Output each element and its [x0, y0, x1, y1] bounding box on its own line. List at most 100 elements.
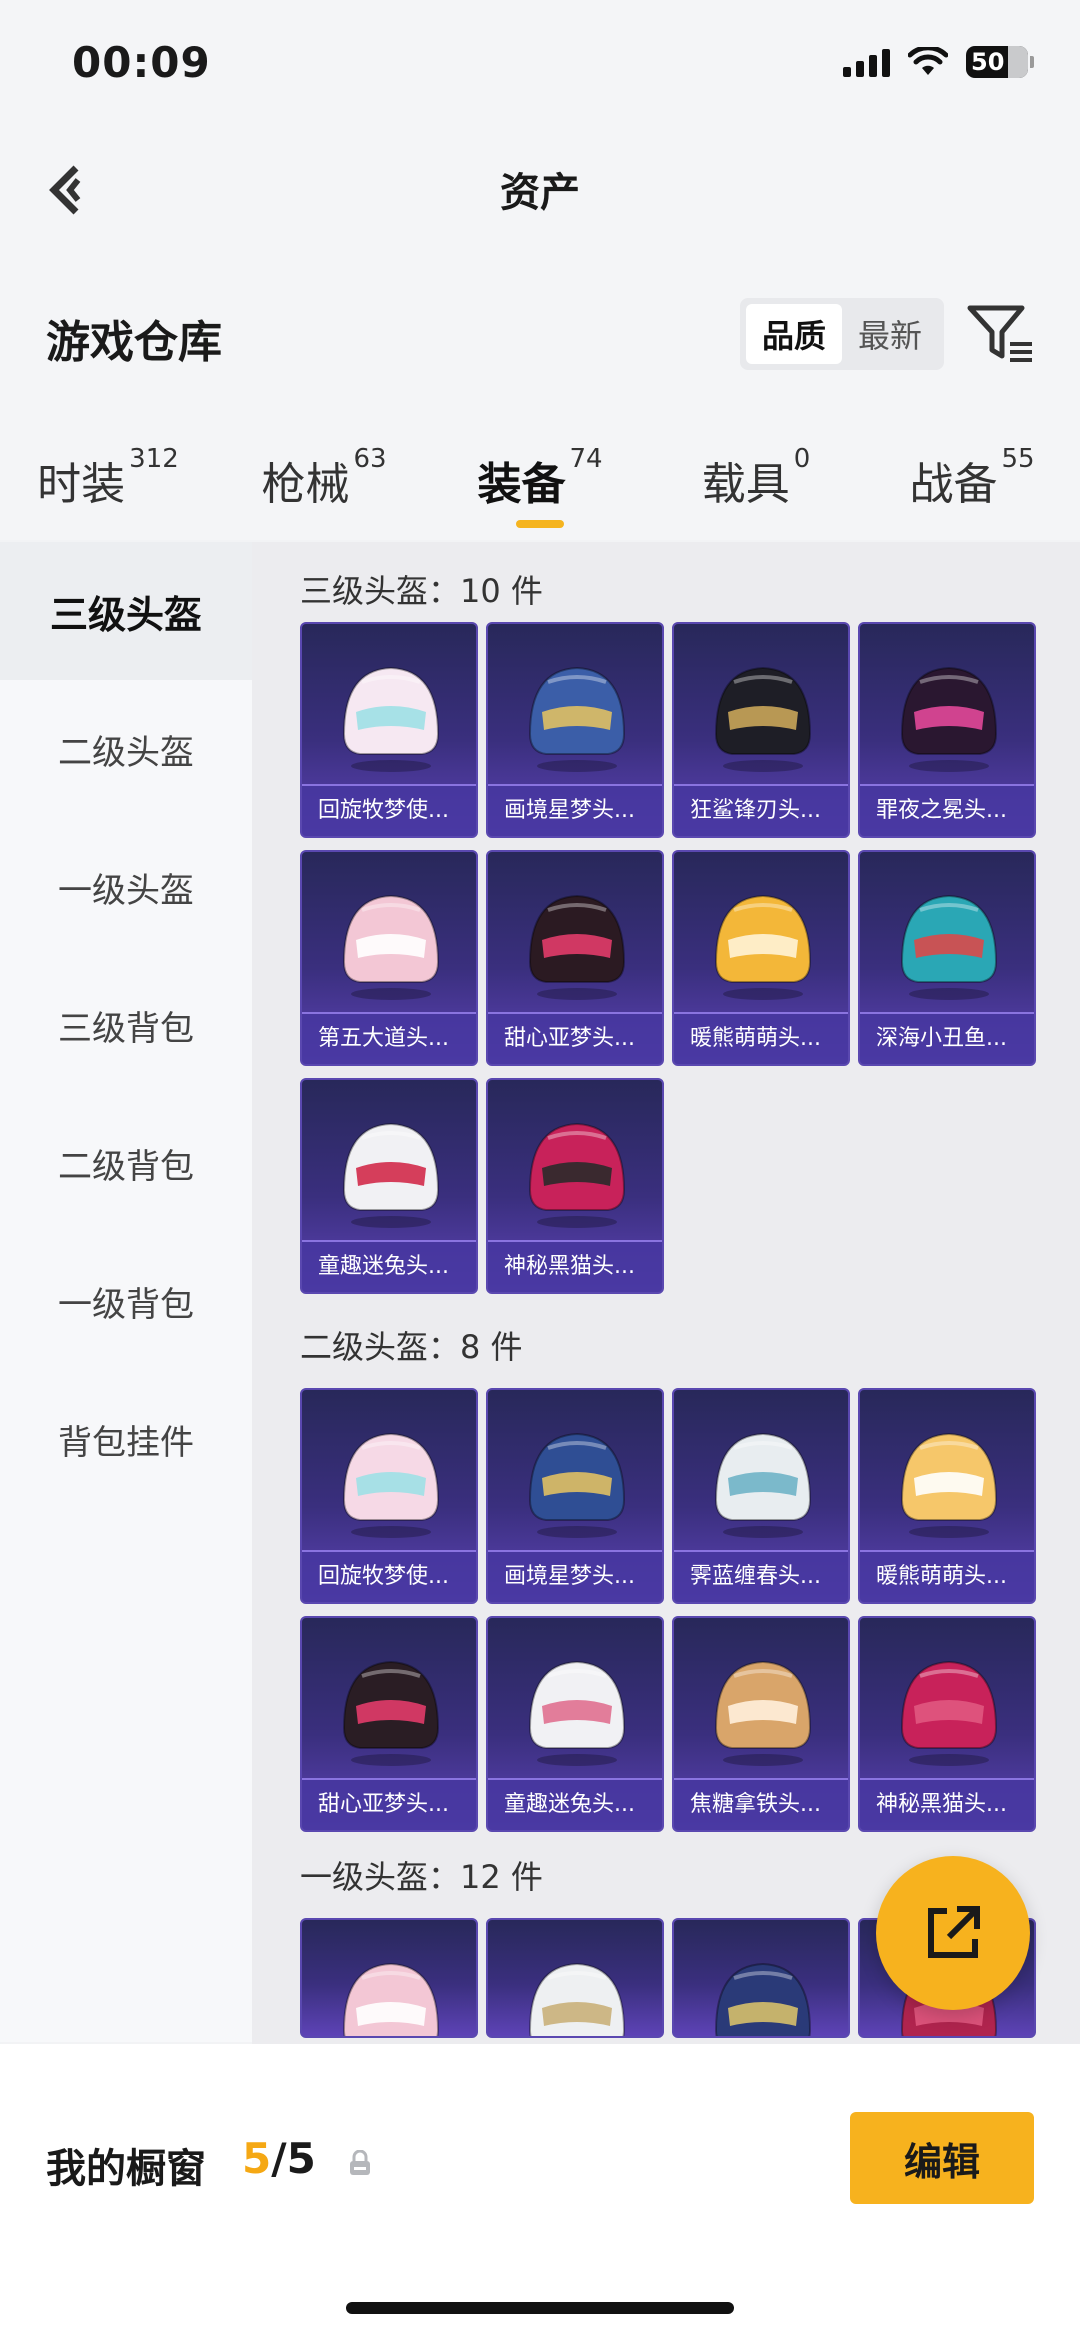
- item-name: 狂鲨锋刃头...: [674, 784, 848, 836]
- sub-item-level3-helmet[interactable]: 三级头盔: [0, 542, 252, 680]
- tab-label: 时装: [37, 459, 126, 510]
- sort-quality-button[interactable]: 品质: [746, 304, 842, 364]
- item-name: 暖熊萌萌头...: [674, 1012, 848, 1064]
- helmet-image: [528, 1122, 626, 1228]
- helmet-image: [342, 1660, 440, 1766]
- tab-fashion[interactable]: 时装 312: [0, 420, 216, 540]
- showcase-label: 我的橱窗: [46, 2146, 206, 2192]
- status-bar: 00:09 50: [0, 0, 1080, 130]
- tab-supplies[interactable]: 战备 55: [864, 420, 1080, 540]
- helmet-image: [528, 666, 626, 772]
- warehouse-title: 游戏仓库: [46, 317, 222, 368]
- item-card[interactable]: 神秘黑猫头...: [858, 1616, 1036, 1832]
- tab-count: 74: [569, 444, 603, 474]
- item-card[interactable]: 焦糖拿铁头...: [672, 1616, 850, 1832]
- item-card[interactable]: 童趣迷兔头...: [486, 1616, 664, 1832]
- bottom-bar: 我的橱窗 5/5 编辑: [0, 2044, 1080, 2339]
- helmet-image: [714, 894, 812, 1000]
- wifi-icon: [908, 47, 948, 75]
- item-card[interactable]: 画境星梦头...: [486, 1388, 664, 1604]
- tab-label: 载具: [701, 459, 790, 510]
- tab-equipment[interactable]: 装备 74: [432, 420, 648, 540]
- item-card[interactable]: 第五大道头...: [300, 850, 478, 1066]
- tab-count: 63: [353, 444, 387, 474]
- helmet-image: [714, 666, 812, 772]
- lock-icon: [350, 2150, 370, 2175]
- item-card[interactable]: [300, 1918, 478, 2038]
- item-card[interactable]: 霁蓝缠春头...: [672, 1388, 850, 1604]
- item-name: 暖熊萌萌头...: [860, 1550, 1034, 1602]
- nav-header: 资产: [0, 130, 1080, 250]
- tab-count: 55: [1001, 444, 1035, 474]
- item-card[interactable]: 甜心亚梦头...: [486, 850, 664, 1066]
- helmet-image: [900, 1432, 998, 1538]
- sub-item-level3-backpack[interactable]: 三级背包: [0, 956, 252, 1094]
- helmet-image: [714, 1962, 812, 2036]
- tab-count: 0: [793, 444, 811, 474]
- helmet-image: [342, 666, 440, 772]
- item-name: 深海小丑鱼...: [860, 1012, 1034, 1064]
- tab-label: 枪械: [261, 459, 350, 510]
- item-card[interactable]: 甜心亚梦头...: [300, 1616, 478, 1832]
- item-name: 第五大道头...: [302, 1012, 476, 1064]
- item-card[interactable]: [672, 1918, 850, 2038]
- helmet-image: [900, 894, 998, 1000]
- section-title: 二级头盔：8 件: [300, 1328, 523, 1366]
- sub-category-nav: 三级头盔 二级头盔 一级头盔 三级背包 二级背包 一级背包 背包挂件: [0, 542, 252, 2042]
- item-card[interactable]: 深海小丑鱼...: [858, 850, 1036, 1066]
- share-fab-button[interactable]: [876, 1856, 1030, 2010]
- item-card[interactable]: 暖熊萌萌头...: [672, 850, 850, 1066]
- item-name: 甜心亚梦头...: [302, 1778, 476, 1830]
- item-name: 神秘黑猫头...: [488, 1240, 662, 1292]
- item-card[interactable]: 回旋牧梦使...: [300, 622, 478, 838]
- helmet-image: [528, 894, 626, 1000]
- helmet-image: [714, 1432, 812, 1538]
- helmet-image: [342, 1432, 440, 1538]
- item-name: 画境星梦头...: [488, 1550, 662, 1602]
- status-time: 00:09: [72, 38, 211, 87]
- item-card[interactable]: 童趣迷兔头...: [300, 1078, 478, 1294]
- tab-vehicles[interactable]: 载具 0: [648, 420, 864, 540]
- item-card[interactable]: 神秘黑猫头...: [486, 1078, 664, 1294]
- helmet-image: [528, 1962, 626, 2036]
- section-title: 一级头盔：12 件: [300, 1858, 543, 1896]
- item-card[interactable]: 罪夜之冕头...: [858, 622, 1036, 838]
- item-name: 童趣迷兔头...: [302, 1240, 476, 1292]
- showcase-current: 5: [242, 2134, 272, 2183]
- item-name: 甜心亚梦头...: [488, 1012, 662, 1064]
- item-name: 回旋牧梦使...: [302, 784, 476, 836]
- item-card[interactable]: [486, 1918, 664, 2038]
- external-link-icon: [928, 1906, 980, 1958]
- item-name: 焦糖拿铁头...: [674, 1778, 848, 1830]
- sub-item-level2-helmet[interactable]: 二级头盔: [0, 680, 252, 818]
- sort-latest-button[interactable]: 最新: [842, 304, 938, 364]
- helmet-image: [528, 1660, 626, 1766]
- item-card[interactable]: 暖熊萌萌头...: [858, 1388, 1036, 1604]
- sub-item-backpack-charm[interactable]: 背包挂件: [0, 1370, 252, 1508]
- item-card[interactable]: 回旋牧梦使...: [300, 1388, 478, 1604]
- sub-item-level1-backpack[interactable]: 一级背包: [0, 1232, 252, 1370]
- helmet-image: [342, 894, 440, 1000]
- item-name: 童趣迷兔头...: [488, 1778, 662, 1830]
- home-indicator: [346, 2302, 734, 2314]
- helmet-image: [900, 1660, 998, 1766]
- item-name: 回旋牧梦使...: [302, 1550, 476, 1602]
- edit-button[interactable]: 编辑: [850, 2112, 1034, 2204]
- item-name: 霁蓝缠春头...: [674, 1550, 848, 1602]
- item-card[interactable]: 狂鲨锋刃头...: [672, 622, 850, 838]
- item-name: 画境星梦头...: [488, 784, 662, 836]
- active-tab-indicator: [516, 520, 564, 528]
- helmet-image: [714, 1660, 812, 1766]
- item-card[interactable]: 画境星梦头...: [486, 622, 664, 838]
- sub-item-level2-backpack[interactable]: 二级背包: [0, 1094, 252, 1232]
- category-tabs: 时装 312 枪械 63 装备 74 载具 0 战备 55: [0, 420, 1080, 540]
- item-grid: 三级头盔：10 件 二级头盔：8 件 一级头盔：12 件 回旋牧梦使... 画境星…: [252, 542, 1080, 2044]
- helmet-image: [900, 666, 998, 772]
- item-name: 神秘黑猫头...: [860, 1778, 1034, 1830]
- filter-icon: [967, 305, 1032, 362]
- sub-item-level1-helmet[interactable]: 一级头盔: [0, 818, 252, 956]
- showcase-count: 5/5: [242, 2134, 316, 2183]
- page-title: 资产: [500, 170, 580, 216]
- filter-button[interactable]: [966, 302, 1036, 366]
- tab-weapons[interactable]: 枪械 63: [216, 420, 432, 540]
